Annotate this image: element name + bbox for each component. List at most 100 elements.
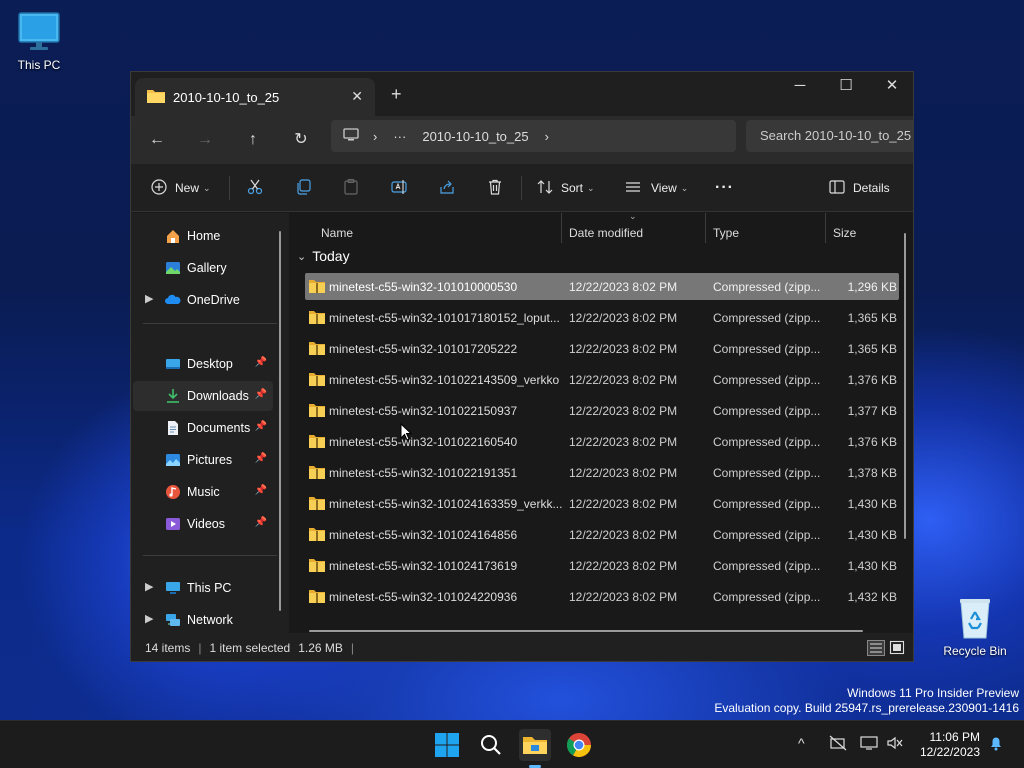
sidebar-item-music[interactable]: Music 📌 xyxy=(133,477,273,507)
chevron-down-icon: ⌄ xyxy=(297,250,307,263)
sidebar-item-this-pc[interactable]: ▶ This PC xyxy=(133,573,273,603)
sort-arrows-icon xyxy=(537,179,553,198)
maximize-button[interactable]: ☐ xyxy=(823,72,869,104)
command-bar: New ⌄ Sort ⌄ View ⌄ ··· Details xyxy=(131,164,913,212)
cloud-icon xyxy=(165,292,181,308)
chevron-right-icon[interactable]: ▶ xyxy=(145,292,153,305)
group-header-today[interactable]: ⌄ Today xyxy=(297,248,350,264)
column-header-size[interactable]: Size xyxy=(827,219,856,247)
forward-button[interactable]: → xyxy=(193,128,217,152)
tiles-view-toggle-icon[interactable] xyxy=(889,640,905,659)
column-divider[interactable] xyxy=(705,213,706,243)
sidebar-item-pictures[interactable]: Pictures 📌 xyxy=(133,445,273,475)
column-divider[interactable] xyxy=(561,213,562,243)
table-row[interactable]: minetest-c55-win32-101022191351 12/22/202… xyxy=(305,459,899,486)
folder-icon xyxy=(523,737,547,754)
paste-button[interactable] xyxy=(343,176,359,200)
tab-close-icon[interactable]: ✕ xyxy=(351,88,363,105)
system-clock[interactable]: 11:06 PM 12/22/2023 xyxy=(920,730,980,760)
table-row[interactable]: minetest-c55-win32-101017205222 12/22/202… xyxy=(305,335,899,362)
sort-button[interactable]: Sort ⌄ xyxy=(537,176,595,200)
search-box[interactable]: Search 2010-10-10_to_25 xyxy=(746,120,913,152)
sidebar-item-documents[interactable]: Documents 📌 xyxy=(133,413,273,443)
table-row[interactable]: minetest-c55-win32-101022143509_verkko 12… xyxy=(305,366,899,393)
zip-folder-icon xyxy=(309,527,325,541)
desktop-icon-recycle-bin[interactable]: Recycle Bin xyxy=(937,596,1013,658)
file-date: 12/22/2023 8:02 PM xyxy=(569,279,678,294)
breadcrumb-separator[interactable]: › xyxy=(373,129,377,144)
vertical-scrollbar[interactable] xyxy=(904,233,906,539)
details-view-toggle-icon[interactable] xyxy=(867,640,885,659)
display-icon[interactable] xyxy=(860,735,878,754)
sidebar-item-label: This PC xyxy=(187,581,232,595)
table-row[interactable]: minetest-c55-win32-101024164856 12/22/202… xyxy=(305,521,899,548)
details-pane-button[interactable]: Details xyxy=(829,176,890,200)
column-divider[interactable] xyxy=(825,213,826,243)
file-name: minetest-c55-win32-101024220936 xyxy=(329,589,518,604)
toolbar-divider xyxy=(521,176,522,200)
copy-button[interactable] xyxy=(295,176,311,200)
clock-date: 12/22/2023 xyxy=(919,745,980,759)
sidebar-item-videos[interactable]: Videos 📌 xyxy=(133,509,273,539)
more-options-button[interactable]: ··· xyxy=(715,176,734,200)
table-row[interactable]: minetest-c55-win32-101010000530 12/22/202… xyxy=(305,273,899,300)
table-row[interactable]: minetest-c55-win32-101022150937 12/22/202… xyxy=(305,397,899,424)
title-bar: 2010-10-10_to_25 ✕ + ─ ☐ ✕ xyxy=(131,72,913,116)
file-name: minetest-c55-win32-101022160540 xyxy=(329,434,518,449)
sidebar-item-gallery[interactable]: Gallery xyxy=(133,253,273,283)
file-explorer-taskbar-button[interactable] xyxy=(519,729,551,768)
desktop-icon-label: This PC xyxy=(17,58,61,72)
rename-button[interactable] xyxy=(391,176,409,200)
chevron-right-icon[interactable]: ▶ xyxy=(145,612,153,625)
table-row[interactable]: minetest-c55-win32-101024163359_verkk...… xyxy=(305,490,899,517)
taskbar: ^ 11:06 PM 12/22/2023 xyxy=(0,720,1024,768)
table-row[interactable]: minetest-c55-win32-101022160540 12/22/202… xyxy=(305,428,899,455)
file-size: 1,430 KB xyxy=(847,527,897,542)
address-field[interactable]: › ··· 2010-10-10_to_25 › xyxy=(331,120,736,152)
view-button[interactable]: View ⌄ xyxy=(625,176,688,200)
delete-button[interactable] xyxy=(487,176,503,200)
breadcrumb-ellipsis[interactable]: ··· xyxy=(393,129,406,144)
new-button[interactable]: New ⌄ xyxy=(151,176,211,200)
table-row[interactable]: minetest-c55-win32-101017180152_loput...… xyxy=(305,304,899,331)
volume-muted-icon[interactable] xyxy=(886,735,904,754)
file-name: minetest-c55-win32-101024163359_verkk... xyxy=(329,496,563,511)
sidebar-item-label: Downloads xyxy=(187,389,249,403)
share-button[interactable] xyxy=(439,176,455,200)
sidebar-item-desktop[interactable]: Desktop 📌 xyxy=(133,349,273,379)
sidebar-item-onedrive[interactable]: ▶ OneDrive xyxy=(133,285,273,315)
file-date: 12/22/2023 8:02 PM xyxy=(569,589,678,604)
minimize-button[interactable]: ─ xyxy=(777,72,823,104)
refresh-button[interactable]: ↻ xyxy=(289,128,313,152)
column-header-name[interactable]: Name xyxy=(315,219,353,247)
horizontal-scrollbar[interactable] xyxy=(309,630,863,632)
sidebar-item-network[interactable]: ▶ Network xyxy=(133,605,273,635)
column-header-date[interactable]: Date modified xyxy=(563,219,643,247)
column-header-type[interactable]: Type xyxy=(707,219,739,247)
pin-icon: 📌 xyxy=(254,517,267,528)
breadcrumb-current-folder[interactable]: 2010-10-10_to_25 xyxy=(422,129,528,144)
sidebar-item-home[interactable]: Home xyxy=(133,221,273,251)
breadcrumb-separator[interactable]: › xyxy=(545,129,549,144)
back-button[interactable]: ← xyxy=(145,128,169,152)
tab-current-folder[interactable]: 2010-10-10_to_25 ✕ xyxy=(135,78,375,116)
sidebar-item-downloads[interactable]: Downloads 📌 xyxy=(133,381,273,411)
file-date: 12/22/2023 8:02 PM xyxy=(569,558,678,573)
search-button[interactable] xyxy=(475,729,507,761)
close-button[interactable]: ✕ xyxy=(869,72,913,104)
table-row[interactable]: minetest-c55-win32-101024220936 12/22/202… xyxy=(305,583,899,610)
table-row[interactable]: minetest-c55-win32-101024173619 12/22/202… xyxy=(305,552,899,579)
chevron-right-icon[interactable]: ▶ xyxy=(145,580,153,593)
sidebar-scrollbar[interactable] xyxy=(279,231,281,611)
zip-folder-icon xyxy=(309,279,325,293)
show-hidden-icons-button[interactable]: ^ xyxy=(798,735,805,751)
up-button[interactable]: ↑ xyxy=(241,128,265,152)
notification-bell-icon[interactable] xyxy=(988,735,1004,754)
cut-button[interactable] xyxy=(247,176,263,200)
chrome-taskbar-button[interactable] xyxy=(563,729,595,761)
network-disconnected-icon[interactable] xyxy=(829,735,847,754)
desktop-icon-this-pc[interactable]: This PC xyxy=(1,10,77,72)
zip-folder-icon xyxy=(309,403,325,417)
new-tab-button[interactable]: + xyxy=(391,84,402,105)
start-button[interactable] xyxy=(431,729,463,761)
